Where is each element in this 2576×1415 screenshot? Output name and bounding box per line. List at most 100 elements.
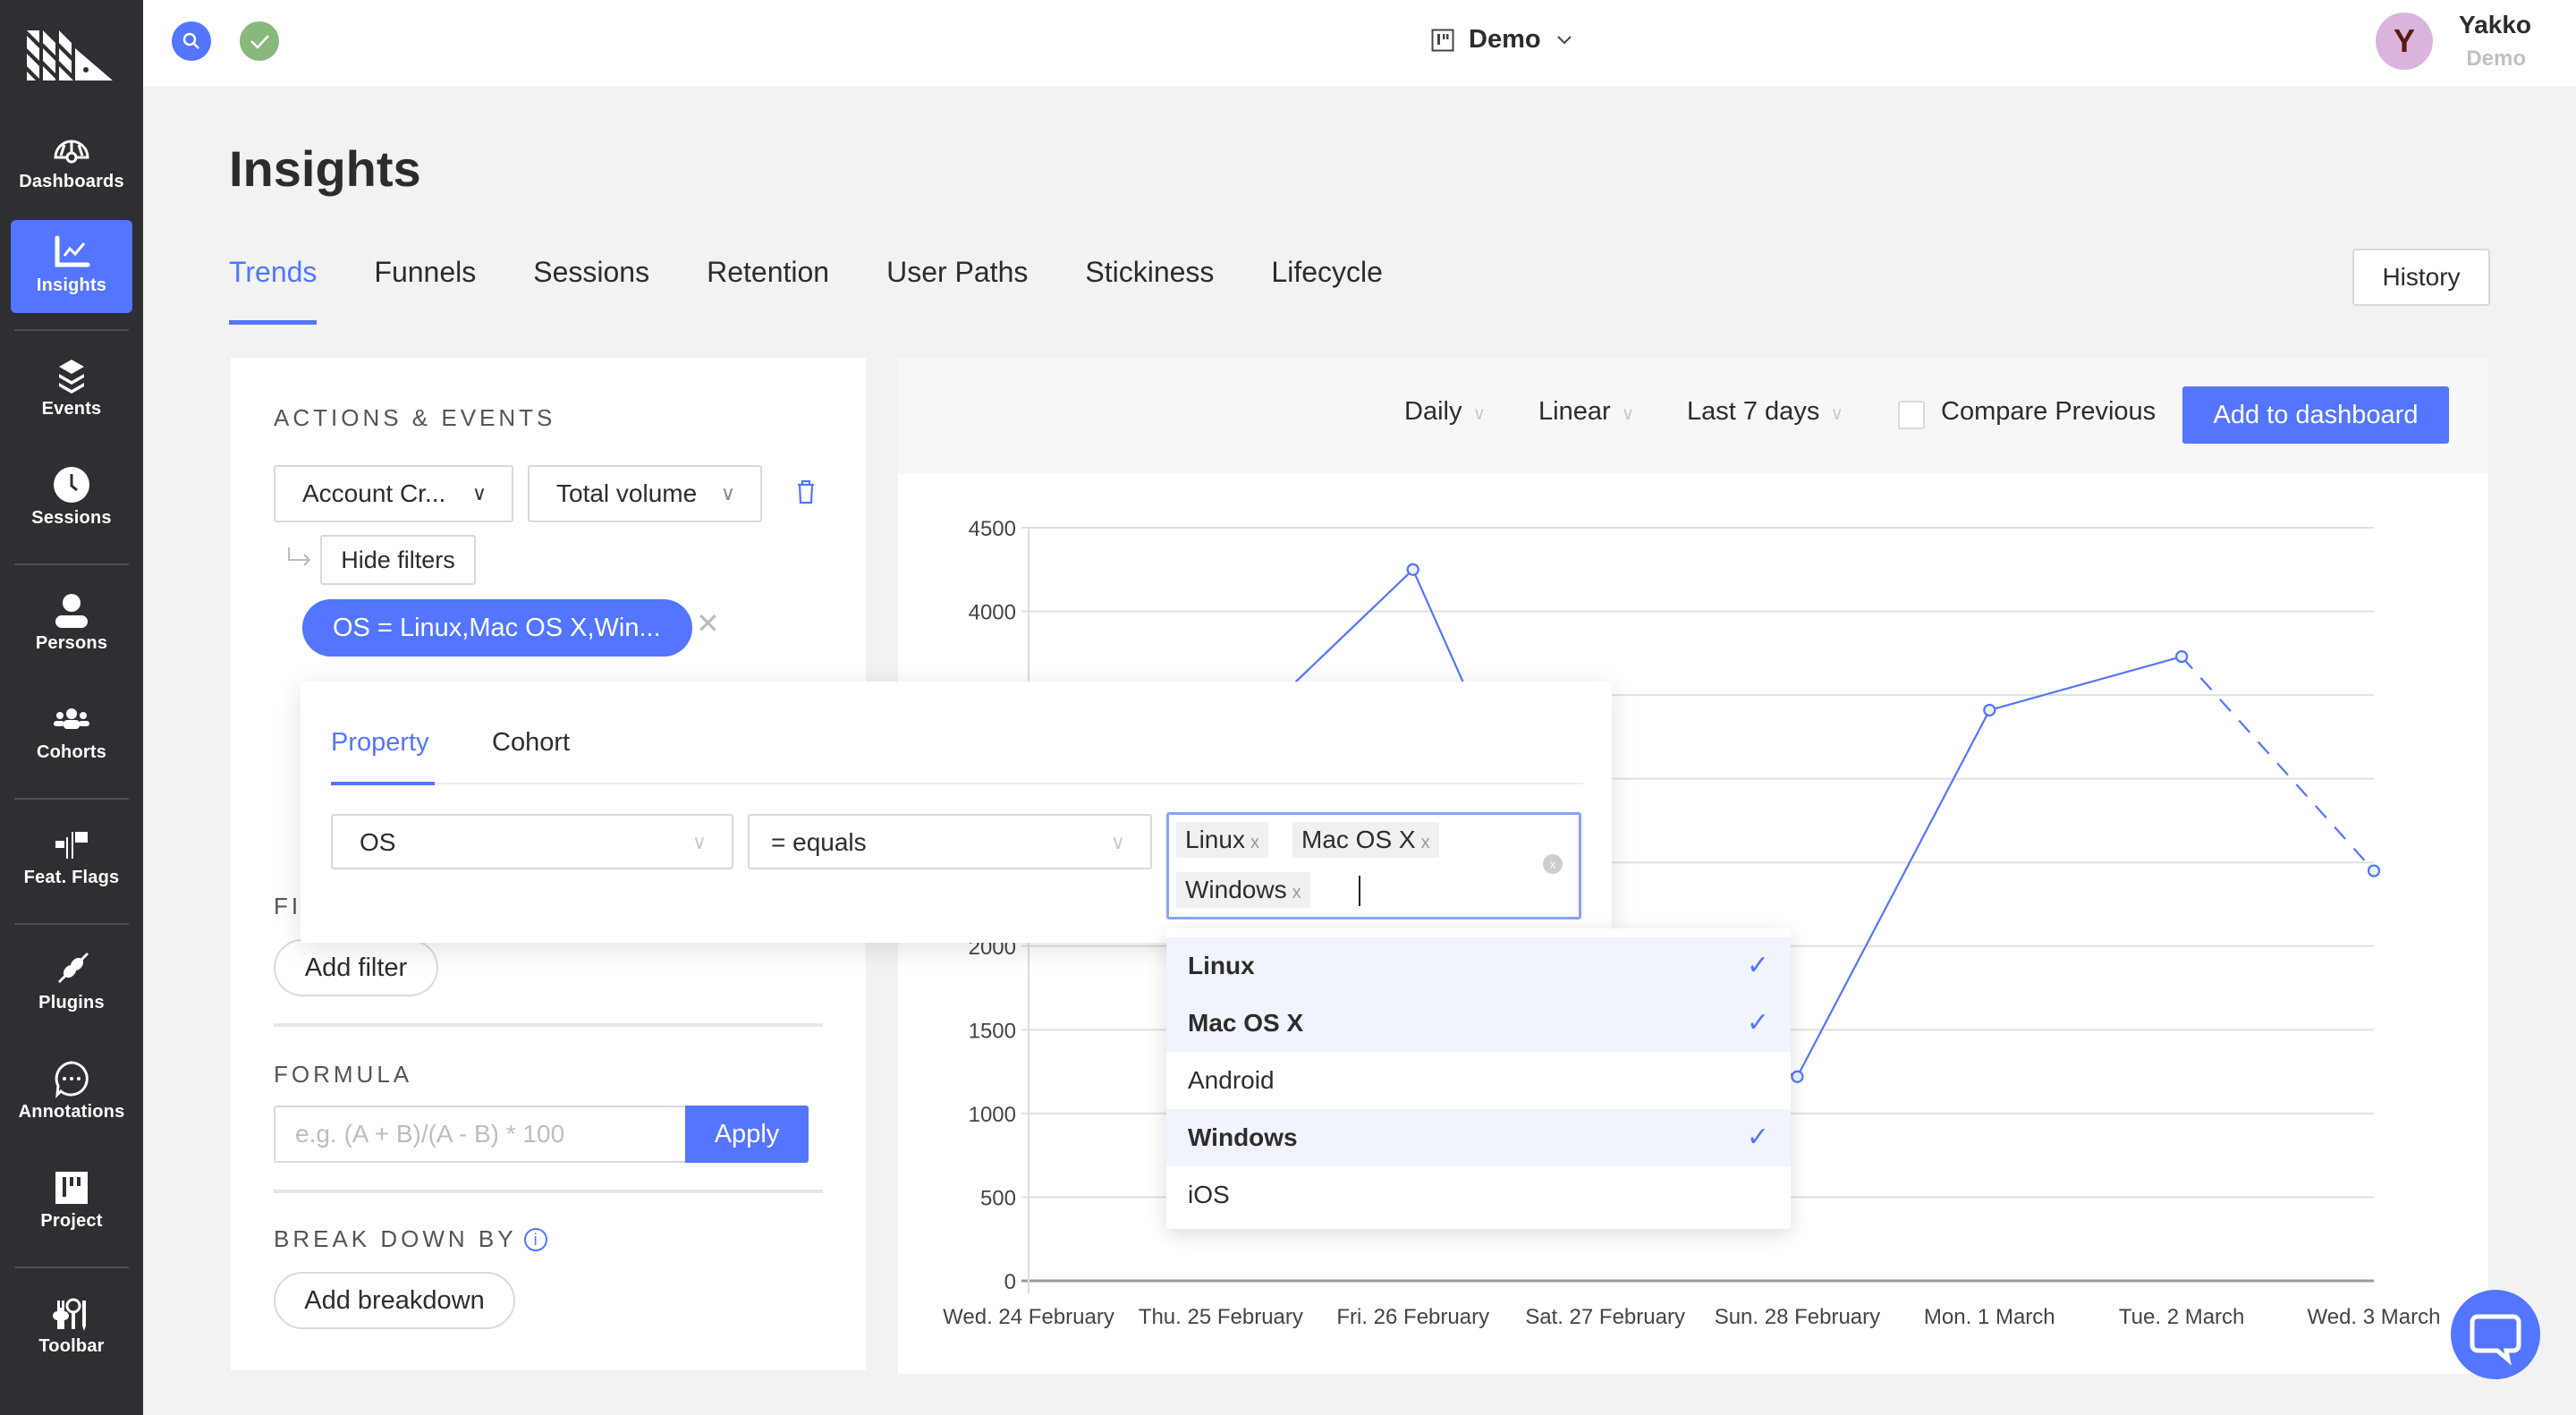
option-windows[interactable]: Windows ✓ — [1166, 1109, 1791, 1166]
math-select[interactable]: Total volume ∨ — [528, 465, 762, 522]
sidebar-item-dashboards[interactable]: Dashboards — [11, 116, 132, 209]
sidebar-item-label: Insights — [36, 275, 107, 295]
interval-select[interactable]: Daily ∨ — [1404, 397, 1486, 427]
chat-bubble-icon — [2470, 1314, 2521, 1366]
popover-tab-property[interactable]: Property — [331, 728, 429, 758]
remove-filter-icon[interactable]: ✕ — [696, 606, 720, 640]
tab-trends[interactable]: Trends — [229, 256, 318, 325]
option-label: Windows — [1188, 1123, 1298, 1151]
status-ok-button[interactable] — [240, 21, 279, 61]
sidebar-item-toolbar[interactable]: Toolbar — [11, 1281, 132, 1374]
compare-previous-checkbox[interactable] — [1898, 401, 1925, 429]
add-breakdown-button[interactable]: Add breakdown — [274, 1272, 515, 1329]
value-options-dropdown: Linux ✓ Mac OS X ✓ Android Windows ✓ iOS — [1166, 928, 1791, 1229]
history-button[interactable]: History — [2352, 249, 2490, 306]
chevron-down-icon: ∨ — [471, 482, 487, 504]
chevron-down-icon: ∨ — [691, 831, 707, 853]
scale-select[interactable]: Linear ∨ — [1538, 397, 1634, 427]
trash-icon[interactable] — [794, 478, 818, 506]
operator-value: = equals — [771, 828, 867, 856]
option-label: iOS — [1188, 1181, 1230, 1208]
scale-value: Linear — [1538, 397, 1611, 426]
nav-divider — [14, 1267, 129, 1268]
filter-pill-os[interactable]: OS = Linux,Mac OS X,Win... — [302, 599, 692, 657]
sidebar-item-label: Cohorts — [36, 742, 107, 762]
sidebar-item-persons[interactable]: Persons — [11, 578, 132, 671]
clock-icon — [54, 467, 89, 503]
sidebar-item-cohorts[interactable]: Cohorts — [11, 687, 132, 780]
breakdown-heading: BREAK DOWN BY i — [274, 1225, 547, 1253]
text-cursor — [1359, 876, 1360, 906]
operator-select[interactable]: = equals ∨ — [748, 814, 1152, 869]
value-tag-label: Linux — [1185, 826, 1245, 853]
checkmark-icon — [250, 35, 269, 49]
option-android[interactable]: Android — [1166, 1052, 1791, 1109]
sidebar-item-annotations[interactable]: Annotations — [11, 1046, 132, 1140]
option-ios[interactable]: iOS — [1166, 1166, 1791, 1224]
tab-user-paths[interactable]: User Paths — [886, 256, 1028, 325]
y-tick-label: 1500 — [969, 1019, 1016, 1043]
tab-sessions[interactable]: Sessions — [533, 256, 649, 325]
remove-tag-icon[interactable]: x — [1421, 833, 1430, 852]
add-to-dashboard-button[interactable]: Add to dashboard — [2182, 386, 2449, 444]
clear-all-icon[interactable]: x — [1543, 854, 1563, 874]
data-point — [1791, 1070, 1804, 1083]
sidebar-item-project[interactable]: Project — [11, 1156, 132, 1249]
sidebar-item-insights[interactable]: Insights — [11, 220, 132, 313]
sidebar-item-label: Dashboards — [19, 172, 124, 191]
data-point — [2175, 649, 2189, 664]
property-select[interactable]: OS ∨ — [331, 814, 733, 869]
tools-icon — [53, 1298, 86, 1331]
sidebar-item-label: Project — [40, 1211, 103, 1231]
math-select-value: Total volume — [556, 479, 698, 507]
arrow-return-icon — [288, 547, 311, 566]
chart-controls: Daily ∨ Linear ∨ Last 7 days ∨ Compare Prev… — [898, 358, 2488, 474]
dashboard-gauge-icon — [54, 140, 89, 164]
property-value: OS — [360, 828, 396, 856]
formula-input[interactable]: e.g. (A + B)/(A - B) * 100 — [274, 1106, 685, 1163]
option-linux[interactable]: Linux ✓ — [1166, 937, 1791, 995]
tab-stickiness[interactable]: Stickiness — [1085, 256, 1214, 325]
sidebar: Dashboards Insights Events Sessions Pers… — [0, 0, 143, 1415]
nav-divider — [14, 563, 129, 565]
avatar[interactable]: Y — [2376, 13, 2433, 70]
event-select-value: Account Cr... — [302, 479, 446, 507]
add-filter-button[interactable]: Add filter — [274, 939, 438, 996]
layers-icon — [59, 360, 84, 394]
apply-formula-button[interactable]: Apply — [685, 1106, 809, 1163]
sidebar-item-events[interactable]: Events — [11, 343, 132, 436]
tab-funnels[interactable]: Funnels — [374, 256, 476, 325]
sidebar-item-label: Persons — [35, 633, 108, 653]
remove-tag-icon[interactable]: x — [1292, 883, 1301, 902]
sidebar-item-plugins[interactable]: Plugins — [11, 937, 132, 1030]
compare-previous-label[interactable]: Compare Previous — [1941, 397, 2156, 427]
tab-retention[interactable]: Retention — [707, 256, 829, 325]
project-switcher[interactable]: Demo — [1431, 25, 1573, 55]
value-multiselect[interactable]: Linux x Mac OS Xx Windows x x — [1166, 812, 1581, 919]
x-tick-label: Thu. 25 February — [1139, 1305, 1303, 1329]
sidebar-item-label: Plugins — [38, 993, 105, 1013]
series-line-segment — [2181, 656, 2375, 872]
posthog-logo[interactable] — [27, 30, 113, 80]
option-mac-os-x[interactable]: Mac OS X ✓ — [1166, 995, 1791, 1052]
event-select[interactable]: Account Cr... ∨ — [274, 465, 513, 522]
series-line-segment — [1796, 709, 1991, 1078]
tab-lifecycle[interactable]: Lifecycle — [1271, 256, 1383, 325]
search-button[interactable] — [172, 21, 211, 61]
check-icon: ✓ — [1746, 951, 1769, 980]
hide-filters-button[interactable]: Hide filters — [320, 535, 476, 585]
support-chat-button[interactable] — [2451, 1290, 2540, 1379]
x-tick-label: Sun. 28 February — [1715, 1305, 1880, 1329]
interval-value: Daily — [1404, 397, 1462, 426]
remove-tag-icon[interactable]: x — [1250, 833, 1259, 852]
date-range-select[interactable]: Last 7 days ∨ — [1687, 397, 1843, 427]
option-label: Mac OS X — [1188, 1009, 1304, 1037]
data-point — [1406, 563, 1419, 576]
y-tick-label: 4000 — [969, 601, 1016, 625]
sidebar-item-feature-flags[interactable]: Feat. Flags — [11, 812, 132, 905]
popover-tab-cohort[interactable]: Cohort — [492, 728, 570, 758]
user-name[interactable]: Yakko — [2459, 11, 2531, 39]
y-tick-label: 0 — [1004, 1270, 1016, 1294]
sidebar-item-sessions[interactable]: Sessions — [11, 453, 132, 546]
info-icon[interactable]: i — [523, 1228, 547, 1251]
